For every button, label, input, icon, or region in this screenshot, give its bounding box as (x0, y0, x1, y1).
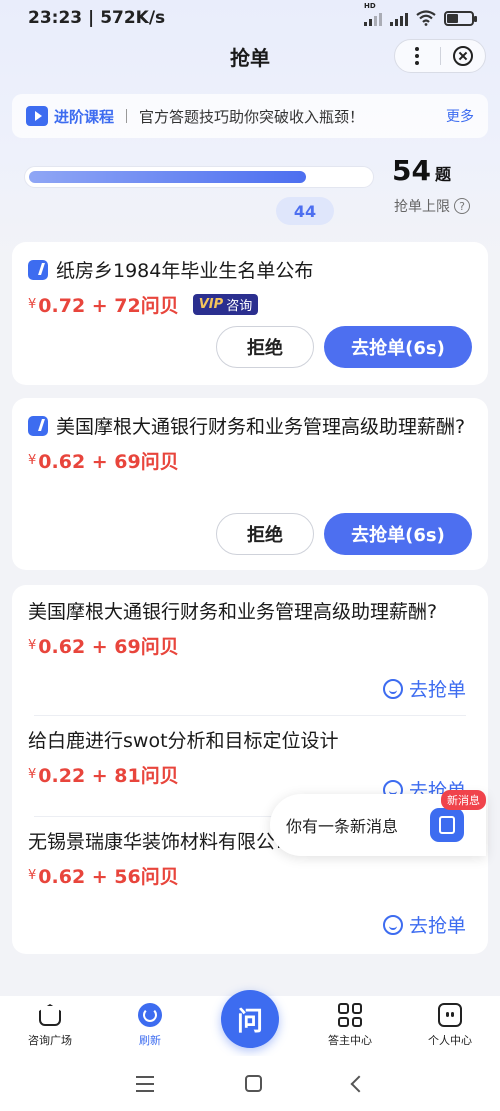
price: ¥ 0.62 + 69问贝 (28, 451, 179, 473)
header: 抢单 (0, 36, 500, 76)
header-actions (394, 39, 486, 73)
battery-icon (444, 10, 477, 26)
grid-icon (338, 1003, 362, 1027)
limit-number: 54 (392, 154, 431, 187)
promo-text: 官方答题技巧助你突破收入瓶颈！ (139, 107, 365, 126)
promo-title: 进阶课程 (54, 107, 115, 126)
status-speed: 572K/s (100, 8, 166, 28)
status-time: 23:23 (28, 8, 83, 28)
lightning-icon (28, 416, 48, 436)
refresh-icon (138, 1003, 162, 1027)
hd-badge: HD (364, 2, 376, 10)
order-list-card: 美国摩根大通银行财务和业务管理高级助理薪酬? ¥ 0.62 + 69问贝 去抢单… (12, 585, 488, 954)
menu-icon[interactable] (135, 1075, 154, 1092)
more-button[interactable] (395, 40, 440, 72)
new-message-toast[interactable]: 你有一条新消息 新消息 (270, 790, 486, 856)
close-circle-icon (452, 46, 473, 66)
limit-label: 抢单上限 ? (394, 196, 470, 216)
grab-link[interactable]: 去抢单 (382, 911, 466, 938)
new-message-badge: 新消息 (441, 790, 486, 810)
more-vertical-icon (415, 47, 420, 65)
grab-progress-fill (29, 171, 307, 183)
limit-count: 54 题 (392, 154, 451, 187)
price: ¥ 0.72 + 72问贝 VIP 咨询 (12, 287, 488, 318)
tab-answerer-center[interactable]: 答主中心 (305, 1002, 395, 1048)
help-icon[interactable]: ? (454, 198, 470, 214)
grab-link[interactable]: 去抢单 (382, 675, 466, 702)
tab-personal-center[interactable]: 个人中心 (405, 1002, 495, 1048)
grab-progress-bar (24, 166, 374, 188)
status-bar: 23:23 | 572K/s HD (0, 0, 500, 36)
person-icon (438, 1003, 462, 1027)
signal-icon: HD (364, 2, 382, 26)
close-button[interactable] (441, 40, 486, 72)
status-time-speed: 23:23 | 572K/s (28, 8, 166, 28)
status-icons: HD (364, 2, 477, 26)
home-square-icon[interactable] (244, 1075, 262, 1092)
price: ¥ 0.62 + 56问贝 (28, 866, 179, 888)
tab-consult-square[interactable]: 咨询广场 (5, 1002, 95, 1048)
play-icon (26, 106, 48, 126)
vip-badge: VIP 咨询 (192, 294, 259, 315)
promo-more-link[interactable]: 更多 (446, 106, 474, 126)
question-title: 美国摩根大通银行财务和业务管理高级助理薪酬? (56, 416, 466, 438)
promo-banner[interactable]: 进阶课程 官方答题技巧助你突破收入瓶颈！ 更多 (12, 94, 488, 138)
back-icon[interactable] (350, 1075, 367, 1092)
smile-icon (382, 678, 403, 699)
limit-unit: 题 (434, 165, 451, 184)
question-title: 给白鹿进行swot分析和目标定位设计 (28, 730, 339, 752)
wifi-icon (416, 10, 436, 26)
toast-text: 你有一条新消息 (286, 817, 399, 836)
order-card: 美国摩根大通银行财务和业务管理高级助理薪酬? ¥ 0.62 + 69问贝 拒绝 … (12, 398, 488, 570)
smile-icon (382, 914, 403, 935)
reject-button[interactable]: 拒绝 (216, 513, 314, 555)
question-title: 纸房乡1984年毕业生名单公布 (56, 260, 314, 282)
order-card: 纸房乡1984年毕业生名单公布 ¥ 0.72 + 72问贝 VIP 咨询 拒绝 … (12, 242, 488, 385)
price: ¥ 0.62 + 69问贝 (28, 636, 179, 658)
system-nav-bar (0, 1056, 500, 1111)
question-title: 美国摩根大通银行财务和业务管理高级助理薪酬? (28, 601, 438, 623)
tab-refresh[interactable]: 刷新 (105, 1002, 195, 1048)
lightning-icon (28, 260, 48, 280)
list-item[interactable]: 美国摩根大通银行财务和业务管理高级助理薪酬? ¥ 0.62 + 69问贝 去抢单 (12, 585, 488, 715)
signal-icon-2 (390, 10, 408, 26)
progress-current-badge: 44 (276, 197, 334, 225)
reject-button[interactable]: 拒绝 (216, 326, 314, 368)
grab-button[interactable]: 去抢单(6s) (324, 326, 472, 368)
message-icon (430, 808, 464, 842)
ask-center-button[interactable]: 问 (221, 990, 279, 1048)
grab-button[interactable]: 去抢单(6s) (324, 513, 472, 555)
card-actions: 拒绝 去抢单(6s) (216, 513, 472, 555)
home-icon (39, 1004, 61, 1026)
card-actions: 拒绝 去抢单(6s) (216, 326, 472, 368)
